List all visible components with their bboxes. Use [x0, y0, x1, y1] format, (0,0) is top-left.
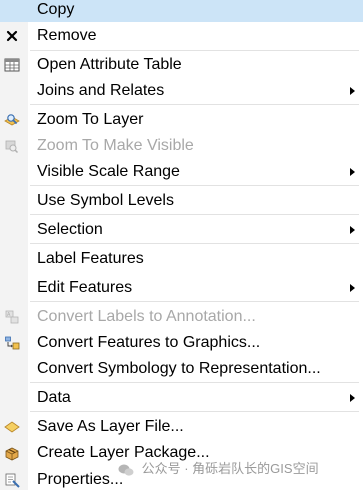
- menu-item-label-features-label: Label Features: [37, 250, 144, 267]
- attribute-table-icon: [4, 58, 20, 72]
- menu-item-convert-symbology-to-representation-label: Convert Symbology to Representation...: [37, 360, 321, 377]
- properties-icon: [5, 473, 20, 488]
- menu-separator: [30, 50, 359, 51]
- menu-item-copy-label: Copy: [37, 1, 75, 18]
- menu-item-visible-scale-range-label: Visible Scale Range: [37, 163, 180, 180]
- menu-item-use-symbol-levels[interactable]: Use Symbol Levels: [0, 188, 363, 214]
- menu-separator: [30, 185, 359, 186]
- menu-item-remove[interactable]: Remove: [0, 23, 363, 49]
- menu-item-visible-scale-range[interactable]: Visible Scale Range: [0, 159, 363, 185]
- submenu-arrow-icon: [350, 226, 355, 234]
- menu-item-convert-labels-to-annotation-label: Convert Labels to Annotation...: [37, 308, 256, 325]
- layer-package-icon: [5, 447, 19, 461]
- menu-item-open-attribute-table-label: Open Attribute Table: [37, 56, 182, 73]
- watermark: 公众号 · 角砾岩队长的GIS空间: [118, 458, 319, 477]
- watermark-text: 公众号 · 角砾岩队长的GIS空间: [141, 461, 319, 476]
- menu-separator: [30, 104, 359, 105]
- remove-x-icon: [6, 30, 18, 42]
- menu-item-selection-label: Selection: [37, 221, 103, 238]
- menu-separator: [30, 243, 359, 244]
- menu-item-save-as-layer-file[interactable]: Save As Layer File...: [0, 414, 363, 440]
- menu-item-properties-label: Properties...: [37, 471, 124, 488]
- convert-labels-icon: A: [5, 310, 19, 324]
- menu-item-open-attribute-table[interactable]: Open Attribute Table: [0, 52, 363, 78]
- menu-separator: [30, 301, 359, 302]
- submenu-arrow-icon: [350, 87, 355, 95]
- menu-item-save-as-layer-file-label: Save As Layer File...: [37, 418, 184, 435]
- menu-item-edit-features[interactable]: Edit Features: [0, 275, 363, 301]
- menu-item-joins-and-relates-label: Joins and Relates: [37, 82, 165, 99]
- zoom-to-layer-icon: [4, 114, 20, 126]
- layer-context-menu: Copy Remove Open Attribute Table Joins a…: [0, 0, 363, 490]
- submenu-arrow-icon: [350, 168, 355, 176]
- wechat-icon: [118, 464, 134, 476]
- menu-item-selection[interactable]: Selection: [0, 217, 363, 243]
- menu-item-use-symbol-levels-label: Use Symbol Levels: [37, 192, 174, 209]
- menu-item-copy[interactable]: Copy: [0, 0, 363, 22]
- menu-item-remove-label: Remove: [37, 27, 97, 44]
- menu-item-zoom-to-make-visible[interactable]: Zoom To Make Visible: [0, 133, 363, 159]
- menu-item-data-label: Data: [37, 389, 71, 406]
- menu-item-label-features[interactable]: Label Features: [0, 246, 363, 272]
- menu-item-edit-features-label: Edit Features: [37, 279, 133, 296]
- convert-features-to-graphics-icon: [5, 336, 20, 350]
- menu-item-zoom-to-layer[interactable]: Zoom To Layer: [0, 107, 363, 133]
- menu-item-zoom-to-layer-label: Zoom To Layer: [37, 111, 144, 128]
- menu-item-convert-symbology-to-representation[interactable]: Convert Symbology to Representation...: [0, 356, 363, 382]
- menu-item-joins-and-relates[interactable]: Joins and Relates: [0, 78, 363, 104]
- menu-item-convert-features-to-graphics[interactable]: Convert Features to Graphics...: [0, 330, 363, 356]
- zoom-to-make-visible-icon: [5, 140, 19, 154]
- menu-item-convert-features-to-graphics-label: Convert Features to Graphics...: [37, 334, 261, 351]
- menu-item-zoom-to-make-visible-label: Zoom To Make Visible: [37, 137, 194, 154]
- menu-item-convert-labels-to-annotation[interactable]: A Convert Labels to Annotation...: [0, 304, 363, 330]
- menu-item-data[interactable]: Data: [0, 385, 363, 411]
- menu-separator: [30, 214, 359, 215]
- submenu-arrow-icon: [350, 394, 355, 402]
- menu-separator: [30, 411, 359, 412]
- menu-separator: [30, 382, 359, 383]
- layer-file-icon: [4, 421, 20, 433]
- submenu-arrow-icon: [350, 284, 355, 292]
